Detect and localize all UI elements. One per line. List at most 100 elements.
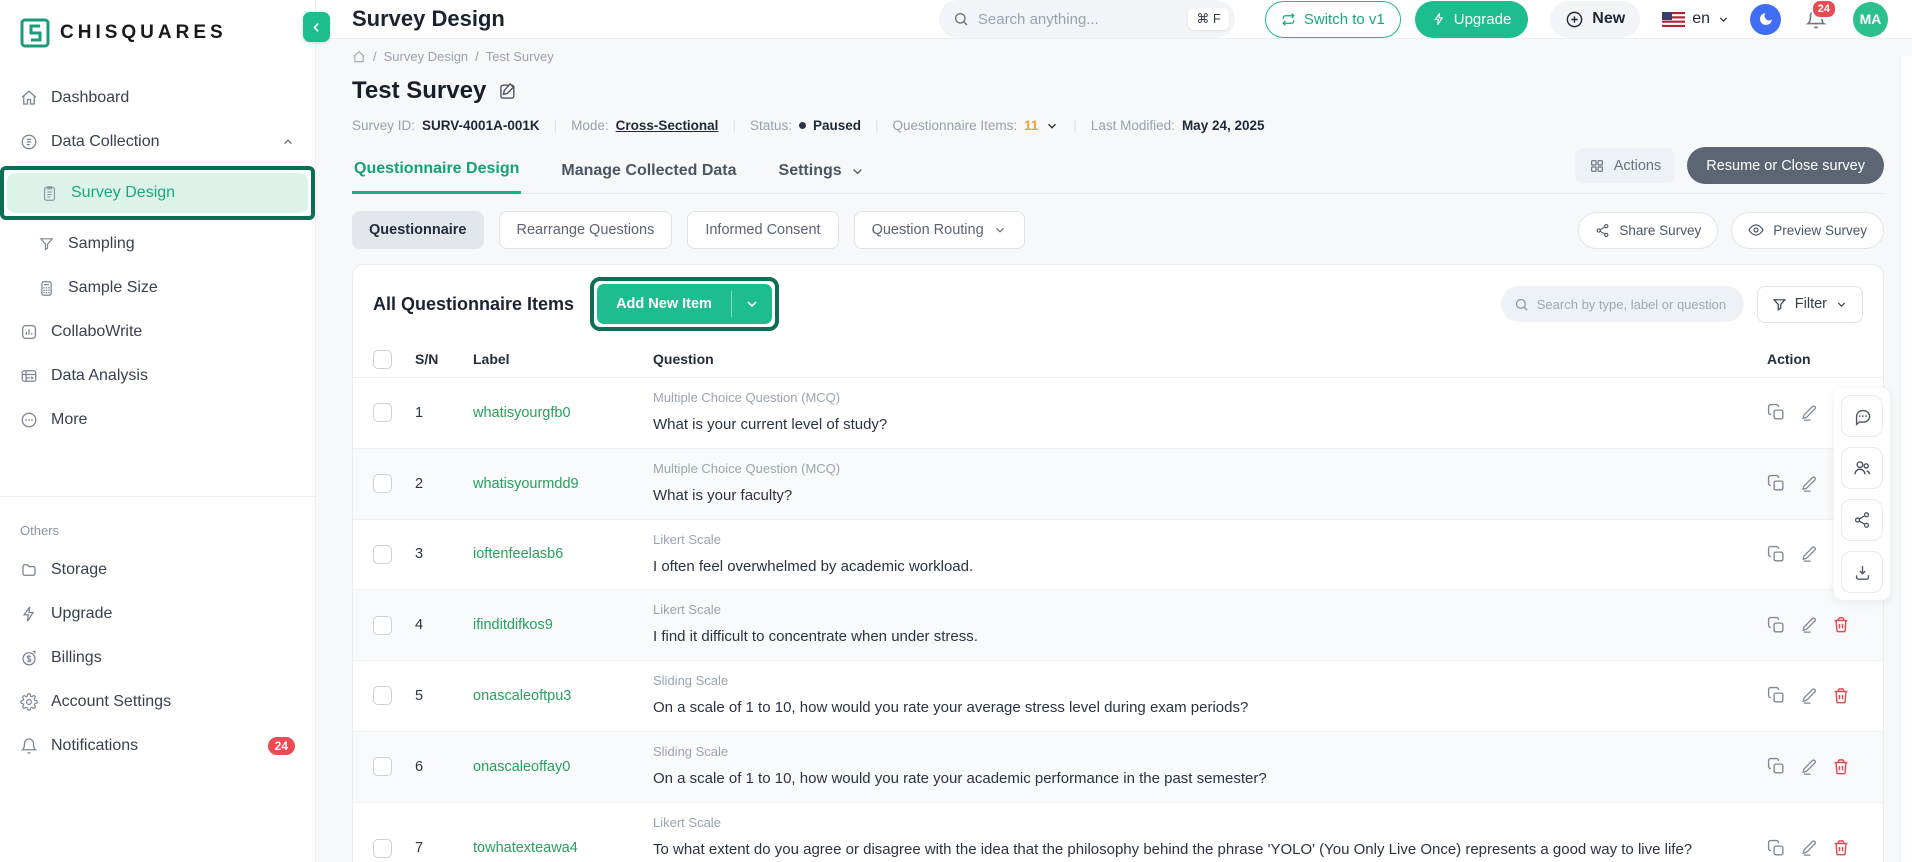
edit-button[interactable]	[1800, 404, 1818, 422]
table-search-input[interactable]	[1536, 296, 1731, 312]
eye-icon	[1748, 222, 1764, 238]
table-search[interactable]	[1500, 286, 1744, 322]
delete-button[interactable]	[1832, 758, 1850, 776]
sidebar-item-sample-size[interactable]: Sample Size	[0, 266, 315, 310]
sidebar-item-dashboard[interactable]: Dashboard	[0, 76, 315, 120]
table-row: 7 towhatexteawa4 Likert Scale To what ex…	[353, 803, 1883, 862]
share-icon	[1595, 223, 1610, 238]
duplicate-button[interactable]	[1767, 686, 1786, 705]
sidebar-item-label: Sampling	[68, 235, 135, 252]
edit-button[interactable]	[1800, 616, 1818, 634]
chip-question-routing[interactable]: Question Routing	[853, 211, 1025, 249]
language-selector[interactable]: en	[1662, 10, 1730, 28]
meta-separator: |	[732, 118, 736, 133]
select-all-checkbox[interactable]	[373, 349, 392, 369]
edit-button[interactable]	[1800, 545, 1818, 563]
breadcrumb-item-survey-design[interactable]: Survey Design	[384, 49, 469, 64]
chip-questionnaire[interactable]: Questionnaire	[352, 211, 484, 249]
home-icon[interactable]	[352, 50, 366, 64]
sidebar-item-storage[interactable]: Storage	[0, 548, 315, 592]
row-label-link[interactable]: ioftenfeelasb6	[473, 546, 653, 562]
sidebar-item-data-collection[interactable]: Data Collection	[0, 120, 315, 164]
edit-button[interactable]	[1800, 475, 1818, 493]
row-label-link[interactable]: onascaleoftpu3	[473, 688, 653, 704]
others-section-label: Others	[20, 523, 60, 538]
sidebar-item-label: Billings	[51, 649, 102, 666]
row-checkbox[interactable]	[373, 403, 392, 423]
delete-button[interactable]	[1832, 839, 1850, 857]
gear-icon	[20, 693, 38, 711]
sidebar-nav: Dashboard Data Collection Survey Design …	[0, 62, 315, 442]
notifications-bell-button[interactable]: 24	[1805, 0, 1837, 30]
duplicate-button[interactable]	[1767, 757, 1786, 776]
delete-button[interactable]	[1832, 687, 1850, 705]
add-new-item-button[interactable]: Add New Item	[597, 284, 772, 324]
meta-separator: |	[875, 118, 879, 133]
survey-meta-row: Survey ID: SURV-4001A-001K | Mode: Cross…	[352, 118, 1884, 133]
row-checkbox[interactable]	[373, 686, 392, 706]
sidebar-item-notifications[interactable]: Notifications 24	[0, 724, 315, 768]
row-label-link[interactable]: whatisyourmdd9	[473, 476, 653, 492]
sidebar-item-data-analysis[interactable]: Data Analysis	[0, 354, 315, 398]
switch-to-v1-button[interactable]: Switch to v1	[1264, 0, 1401, 38]
filter-button[interactable]: Filter	[1756, 285, 1863, 323]
tab-manage-collected-data[interactable]: Manage Collected Data	[559, 162, 738, 193]
survey-design-icon	[41, 185, 58, 202]
chip-rearrange-questions[interactable]: Rearrange Questions	[498, 211, 673, 249]
actions-label: Actions	[1613, 157, 1662, 174]
duplicate-button[interactable]	[1767, 403, 1786, 422]
sidebar-collapse-button[interactable]	[303, 12, 330, 42]
download-button[interactable]	[1841, 551, 1883, 593]
edit-button[interactable]	[1800, 839, 1818, 857]
row-label-link[interactable]: ifinditdifkos9	[473, 617, 653, 633]
row-checkbox[interactable]	[373, 615, 392, 635]
row-label-link[interactable]: whatisyourgfb0	[473, 405, 653, 421]
row-checkbox[interactable]	[373, 838, 392, 858]
sidebar-item-account-settings[interactable]: Account Settings	[0, 680, 315, 724]
billings-icon	[20, 649, 38, 667]
switch-icon	[1281, 12, 1296, 27]
dark-mode-toggle[interactable]	[1750, 3, 1781, 35]
survey-items-count[interactable]: Questionnaire Items: 11	[893, 118, 1060, 133]
edit-button[interactable]	[1800, 758, 1818, 776]
sidebar-item-billings[interactable]: Billings	[0, 636, 315, 680]
row-checkbox[interactable]	[373, 757, 392, 777]
edit-button[interactable]	[1800, 687, 1818, 705]
duplicate-button[interactable]	[1767, 616, 1786, 635]
row-label-link[interactable]: onascaleoffay0	[473, 759, 653, 775]
row-sn: 3	[415, 546, 424, 563]
share-button[interactable]	[1841, 499, 1883, 541]
sidebar-item-sampling[interactable]: Sampling	[0, 222, 315, 266]
row-checkbox[interactable]	[373, 544, 392, 564]
preview-survey-button[interactable]: Preview Survey	[1731, 211, 1884, 249]
sidebar-item-more[interactable]: More	[0, 398, 315, 442]
collaborators-button[interactable]	[1841, 447, 1883, 489]
survey-mode-value[interactable]: Cross-Sectional	[616, 118, 719, 133]
add-new-item-dropdown[interactable]	[732, 296, 772, 312]
global-search[interactable]: ⌘ F	[938, 0, 1235, 38]
new-button[interactable]: New	[1550, 0, 1641, 38]
duplicate-button[interactable]	[1767, 474, 1786, 493]
sidebar-item-collabowrite[interactable]: CollaboWrite	[0, 310, 315, 354]
global-search-input[interactable]	[977, 10, 1180, 28]
upgrade-button[interactable]: Upgrade	[1414, 0, 1529, 38]
duplicate-button[interactable]	[1767, 839, 1786, 858]
scrollbar-track[interactable]	[1900, 56, 1912, 862]
share-survey-button[interactable]: Share Survey	[1578, 211, 1719, 249]
duplicate-button[interactable]	[1767, 545, 1786, 564]
chip-informed-consent[interactable]: Informed Consent	[687, 211, 839, 249]
chevron-down-icon[interactable]	[1045, 119, 1059, 133]
sidebar-item-survey-design[interactable]: Survey Design	[7, 173, 308, 213]
avatar[interactable]: MA	[1853, 1, 1888, 37]
row-label-link[interactable]: towhatexteawa4	[473, 840, 653, 856]
resume-or-close-survey-button[interactable]: Resume or Close survey	[1687, 147, 1884, 184]
sidebar-item-upgrade[interactable]: Upgrade	[0, 592, 315, 636]
brand-logo-icon	[20, 18, 50, 48]
comments-button[interactable]	[1841, 395, 1883, 437]
actions-button[interactable]: Actions	[1574, 148, 1676, 183]
tab-questionnaire-design[interactable]: Questionnaire Design	[352, 160, 522, 194]
tab-settings[interactable]: Settings	[777, 162, 867, 193]
edit-icon[interactable]	[498, 81, 518, 101]
delete-button[interactable]	[1832, 616, 1850, 634]
row-checkbox[interactable]	[373, 474, 392, 494]
